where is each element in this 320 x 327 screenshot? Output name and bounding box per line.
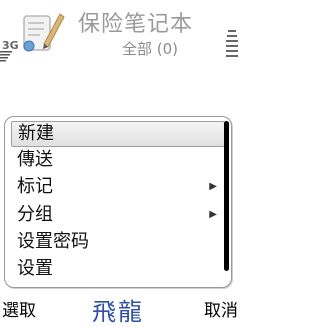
notes-list-background [0,62,240,118]
menu-item-label: 标记 [17,176,53,197]
app-header: 保险笔记本 全部 (0) 3G [0,0,240,62]
menu-item-label: 傳送 [17,149,53,170]
options-menu: 新建 傳送 标记 ▶ 分组 ▶ 设置密码 设置 [4,116,232,288]
softkey-bar: 選取 飛龍 取消 [0,292,240,326]
menu-item-label: 分组 [17,204,53,225]
notebook-pen-icon [23,13,65,52]
triangle-right-icon: ▶ [209,209,217,220]
menu-item-group[interactable]: 分组 ▶ [11,202,223,228]
menu-item-label: 新建 [18,123,54,144]
logo-watermark: 飛龍 [92,298,144,326]
menu-item-mark[interactable]: 标记 ▶ [11,174,223,200]
menu-item-new[interactable]: 新建 [11,121,225,147]
menu-item-label: 设置密码 [17,231,89,252]
menu-item-settings[interactable]: 设置 [11,256,223,282]
battery-level-icon [226,30,238,57]
cancel-softkey[interactable]: 取消 [204,296,238,321]
app-title: 保险笔记本 [78,12,194,37]
folder-count: 全部 (0) [122,40,179,58]
select-softkey[interactable]: 選取 [2,296,36,321]
signal-strength-icon [0,51,12,62]
menu-item-send[interactable]: 傳送 [11,147,223,173]
triangle-right-icon: ▶ [209,181,217,192]
menu-scrollbar[interactable] [224,121,229,271]
menu-item-set-password[interactable]: 设置密码 [11,229,223,255]
menu-item-label: 设置 [17,258,53,279]
